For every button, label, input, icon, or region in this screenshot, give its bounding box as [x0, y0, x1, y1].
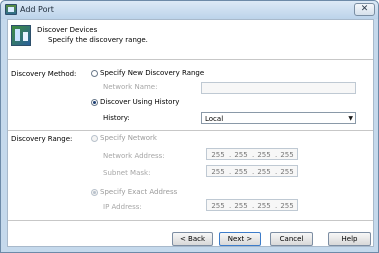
- window-title: Add Port: [20, 5, 54, 14]
- history-selected-value: Local: [205, 115, 224, 123]
- help-button[interactable]: Help: [328, 232, 371, 246]
- dialog-content: Discover Devices Specify the discovery r…: [7, 19, 374, 247]
- title-bar[interactable]: Add Port ✕: [1, 1, 378, 19]
- radio-discover-history[interactable]: [91, 99, 98, 106]
- ip-address-octet-2: 255: [234, 202, 248, 210]
- discovery-range-label: Discovery Range:: [11, 135, 73, 143]
- radio-specify-new-range[interactable]: [91, 70, 98, 77]
- history-select[interactable]: Local ▼: [201, 112, 356, 124]
- subnet-mask-octet-3: 255: [257, 168, 271, 176]
- subnet-mask-octet-1: 255: [211, 168, 225, 176]
- network-address-octet-3: 255: [257, 151, 271, 159]
- subnet-mask-octet-2: 255: [234, 168, 248, 176]
- discovery-method-label: Discovery Method:: [11, 70, 77, 78]
- radio-specify-exact-address-label[interactable]: Specify Exact Address: [100, 188, 177, 196]
- octet-separator: .: [229, 168, 232, 176]
- network-address-octet-2: 255: [234, 151, 248, 159]
- header-separator: [8, 59, 373, 60]
- octet-separator: .: [252, 202, 255, 210]
- network-address-input[interactable]: 255 . 255 . 255 . 255: [206, 148, 298, 160]
- add-port-window: Add Port ✕ Discover Devices Specify the …: [0, 0, 379, 253]
- discover-devices-icon: [11, 25, 31, 46]
- subnet-mask-input[interactable]: 255 . 255 . 255 . 255: [206, 165, 298, 177]
- network-address-octet-1: 255: [211, 151, 225, 159]
- network-name-input[interactable]: [201, 82, 356, 94]
- chevron-down-icon[interactable]: ▼: [348, 115, 353, 122]
- section-separator: [8, 130, 373, 131]
- octet-separator: .: [229, 202, 232, 210]
- ip-address-octet-3: 255: [257, 202, 271, 210]
- radio-discover-history-label[interactable]: Discover Using History: [100, 98, 179, 106]
- octet-separator: .: [275, 168, 278, 176]
- header-panel: Discover Devices Specify the discovery r…: [8, 20, 373, 58]
- footer-separator: [8, 220, 373, 221]
- radio-specify-new-range-label[interactable]: Specify New Discovery Range: [100, 69, 204, 77]
- subnet-mask-octet-4: 255: [280, 168, 294, 176]
- ip-address-octet-4: 255: [280, 202, 294, 210]
- ip-address-label: IP Address:: [103, 203, 142, 211]
- ip-address-octet-1: 255: [211, 202, 225, 210]
- header-title: Discover Devices: [37, 26, 98, 34]
- ip-address-input[interactable]: 255 . 255 . 255 . 255: [206, 199, 298, 211]
- cancel-button[interactable]: Cancel: [270, 232, 313, 246]
- subnet-mask-label: Subnet Mask:: [103, 169, 151, 177]
- close-button[interactable]: ✕: [354, 3, 375, 16]
- network-address-octet-4: 255: [280, 151, 294, 159]
- network-name-label: Network Name:: [103, 83, 158, 91]
- app-icon: [5, 4, 17, 15]
- octet-separator: .: [275, 151, 278, 159]
- octet-separator: .: [252, 151, 255, 159]
- octet-separator: .: [275, 202, 278, 210]
- history-label: History:: [103, 114, 130, 122]
- network-address-label: Network Address:: [103, 152, 165, 160]
- octet-separator: .: [252, 168, 255, 176]
- radio-specify-network-label[interactable]: Specify Network: [100, 134, 157, 142]
- header-subtitle: Specify the discovery range.: [48, 36, 148, 44]
- next-button[interactable]: Next >: [219, 232, 261, 246]
- back-button[interactable]: < Back: [172, 232, 213, 246]
- radio-specify-exact-address[interactable]: [91, 189, 98, 196]
- octet-separator: .: [229, 151, 232, 159]
- radio-specify-network[interactable]: [91, 135, 98, 142]
